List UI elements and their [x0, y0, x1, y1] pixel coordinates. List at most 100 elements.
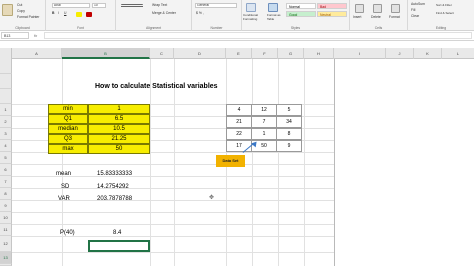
copy-button[interactable]: Copy — [17, 9, 25, 13]
row-header-10[interactable]: 10 — [0, 212, 12, 224]
currency-icon[interactable]: $ % , — [196, 11, 204, 15]
style-good[interactable]: Good — [286, 11, 316, 17]
summary-label-max[interactable]: max — [48, 144, 88, 154]
row-header-9[interactable]: 9 — [0, 200, 12, 212]
summary-value-q1[interactable]: 6.5 — [88, 114, 150, 124]
number-format-select[interactable]: General — [195, 3, 237, 8]
column-header-e[interactable]: E — [226, 48, 252, 59]
row-header-7[interactable]: 7 — [0, 176, 12, 188]
data-cell[interactable]: 4 — [226, 104, 252, 116]
row-header-8[interactable]: 8 — [0, 188, 12, 200]
data-cell[interactable]: 5 — [276, 104, 302, 116]
data-set-callout[interactable]: Data Set — [216, 155, 245, 167]
insert-button[interactable]: Insert — [353, 15, 361, 19]
format-painter-button[interactable]: Format Painter — [17, 15, 39, 19]
row-header[interactable] — [0, 59, 12, 74]
merge-center-button[interactable]: Merge & Center — [152, 11, 176, 15]
format-as-table-button[interactable]: Format as Table — [267, 13, 281, 21]
column-header-h[interactable]: H — [304, 48, 334, 59]
column-header-i[interactable]: I — [334, 48, 386, 59]
percentile-value[interactable]: 8.4 — [113, 230, 121, 236]
row-header-6[interactable]: 6 — [0, 164, 12, 176]
cut-button[interactable]: Cut — [17, 3, 22, 7]
row-header-4[interactable]: 4 — [0, 140, 12, 152]
align-icon[interactable] — [121, 4, 143, 8]
summary-value-median[interactable]: 10.5 — [88, 124, 150, 134]
column-header-k[interactable]: K — [414, 48, 442, 59]
row-header-1[interactable]: 1 — [0, 104, 12, 116]
row-header-5[interactable]: 5 — [0, 152, 12, 164]
sort-filter-button[interactable]: Sort & Filter — [436, 3, 452, 7]
formula-input[interactable] — [44, 32, 472, 39]
font-label: Font — [77, 26, 84, 30]
summary-value-max[interactable]: 50 — [88, 144, 150, 154]
format-icon[interactable] — [391, 4, 400, 13]
row-header-11[interactable]: 11 — [0, 224, 12, 236]
conditional-formatting-button[interactable]: Conditional Formatting — [243, 13, 265, 21]
stat-value-mean[interactable]: 15.83333333 — [97, 171, 132, 177]
column-header-c[interactable]: C — [150, 48, 174, 59]
summary-label-q1[interactable]: Q1 — [48, 114, 88, 124]
column-header-g[interactable]: G — [278, 48, 304, 59]
percentile-label[interactable]: P(40) — [60, 230, 75, 236]
clear-button[interactable]: Clear — [411, 14, 419, 18]
data-cell[interactable]: 21 — [226, 116, 252, 128]
summary-value-q3[interactable]: 21.25 — [88, 134, 150, 144]
row-header-12[interactable]: 12 — [0, 236, 12, 252]
autosum-button[interactable]: AutoSum — [411, 2, 425, 6]
underline-button[interactable]: U — [64, 11, 66, 15]
row-header-3[interactable]: 3 — [0, 128, 12, 140]
bold-button[interactable]: B — [52, 11, 54, 15]
stat-value-sd[interactable]: 14.2754292 — [97, 184, 129, 190]
insert-icon[interactable] — [355, 4, 364, 13]
data-cell[interactable]: 1 — [251, 128, 277, 140]
data-cell[interactable]: 34 — [276, 116, 302, 128]
italic-button[interactable]: I — [58, 11, 59, 15]
font-color-icon[interactable] — [86, 12, 92, 17]
name-box[interactable]: B13 — [1, 32, 29, 39]
stat-label-sd[interactable]: SD — [61, 184, 69, 190]
row-header[interactable] — [0, 74, 12, 89]
fill-color-icon[interactable] — [76, 12, 82, 17]
stat-label-mean[interactable]: mean — [56, 171, 71, 177]
column-header-f[interactable]: F — [252, 48, 278, 59]
stat-value-var[interactable]: 203.7878788 — [97, 196, 132, 202]
data-cell[interactable]: 8 — [276, 128, 302, 140]
row-header-2[interactable]: 2 — [0, 116, 12, 128]
font-name-select[interactable]: Arial — [52, 3, 90, 8]
data-cell[interactable]: 7 — [251, 116, 277, 128]
summary-value-min[interactable]: 1 — [88, 104, 150, 114]
column-header-d[interactable]: D — [174, 48, 226, 59]
column-header-l[interactable]: L — [442, 48, 474, 59]
data-cell[interactable]: 22 — [226, 128, 252, 140]
data-cell[interactable]: 9 — [276, 140, 302, 152]
find-select-button[interactable]: Find & Select — [436, 11, 454, 15]
style-normal[interactable]: Normal — [286, 3, 316, 9]
fill-button[interactable]: Fill — [411, 8, 415, 12]
conditional-formatting-icon[interactable] — [246, 3, 256, 12]
summary-label-median[interactable]: median — [48, 124, 88, 134]
data-cell[interactable]: 12 — [251, 104, 277, 116]
column-header-b[interactable]: B — [62, 48, 150, 59]
active-cell-b13[interactable] — [88, 240, 150, 252]
format-as-table-icon[interactable] — [268, 3, 278, 12]
style-neutral[interactable]: Neutral — [317, 11, 347, 17]
summary-label-min[interactable]: min — [48, 104, 88, 114]
fx-icon[interactable]: fx — [34, 32, 37, 39]
stat-label-var[interactable]: VAR — [58, 196, 70, 202]
summary-label-q3[interactable]: Q3 — [48, 134, 88, 144]
delete-icon[interactable] — [373, 4, 382, 13]
delete-button[interactable]: Delete — [371, 15, 381, 19]
column-header-j[interactable]: J — [386, 48, 414, 59]
style-bad[interactable]: Bad — [317, 3, 347, 9]
font-size-select[interactable]: 10 — [92, 3, 106, 8]
number-label: Number — [210, 26, 223, 30]
row-header[interactable] — [0, 89, 12, 104]
select-all-corner[interactable] — [0, 48, 12, 59]
paste-icon[interactable] — [2, 4, 13, 16]
grid-line — [12, 236, 334, 237]
wrap-text-button[interactable]: Wrap Text — [152, 3, 167, 7]
column-header-a[interactable]: A — [12, 48, 62, 59]
format-button[interactable]: Format — [389, 15, 400, 19]
row-header-13[interactable]: 13 — [0, 252, 12, 264]
